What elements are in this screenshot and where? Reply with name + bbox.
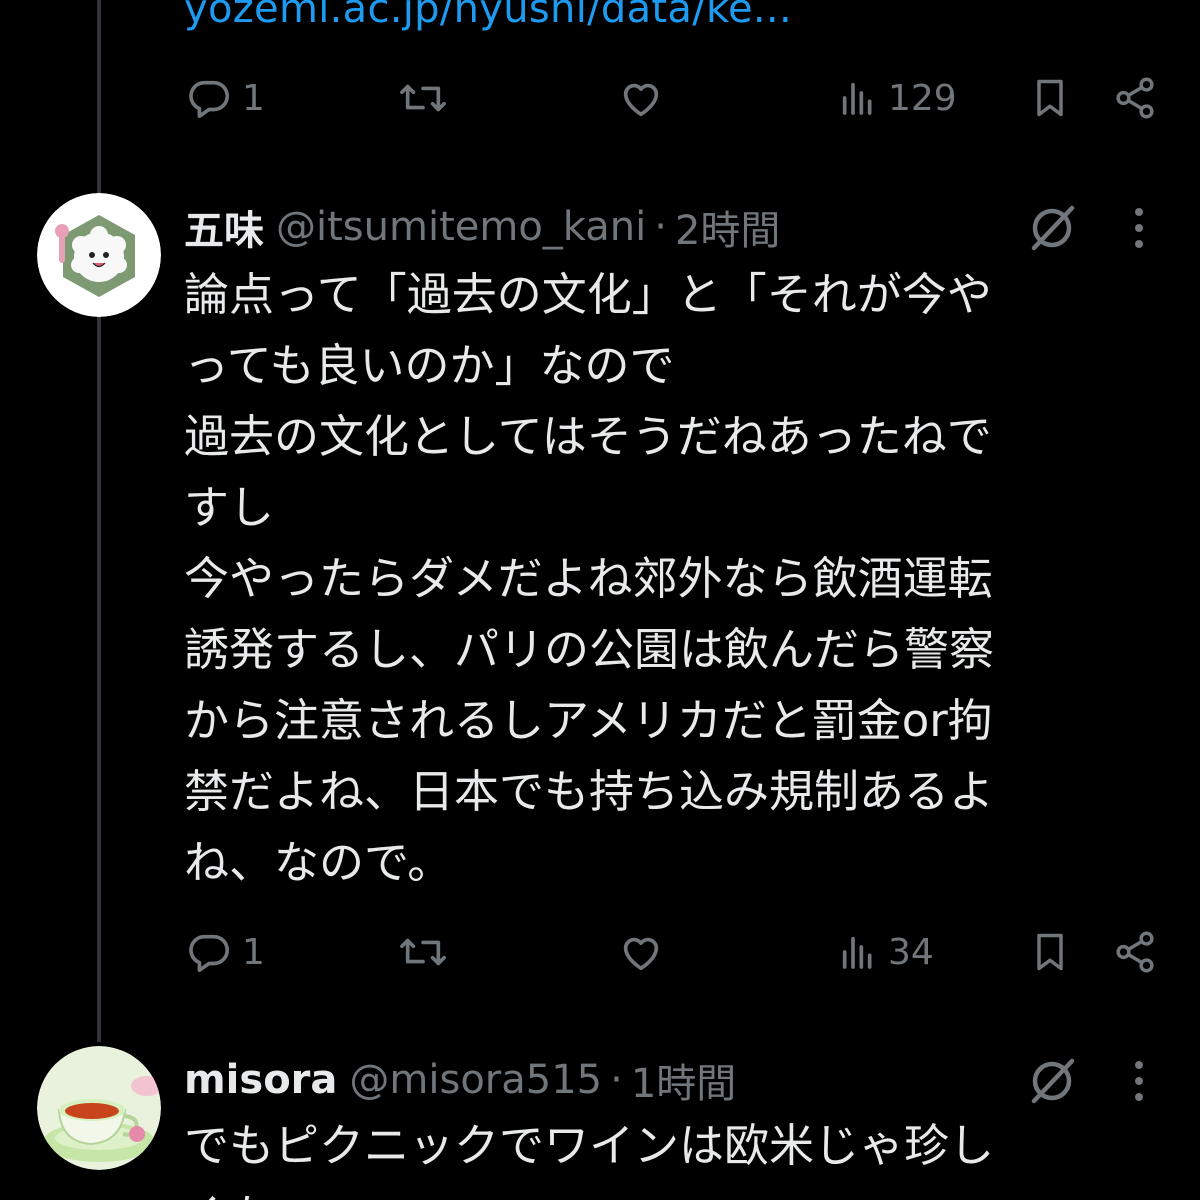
action-bar-top-tweet: 1 129 — [0, 68, 1200, 128]
bookmark-button[interactable] — [1028, 68, 1072, 128]
timeline: yozemi.ac.jp/nyushi/data/ke... 1 129 五味 … — [0, 0, 1200, 1200]
more-icon[interactable] — [1133, 206, 1145, 250]
retweet-icon — [398, 75, 448, 121]
more-icon[interactable] — [1133, 1059, 1145, 1103]
grok-icon[interactable] — [1026, 202, 1078, 254]
tweet-text-line: ね、なので。 — [184, 836, 453, 889]
views-count: 34 — [888, 931, 934, 973]
tweet-text: でもピクニックでワインは欧米じゃ珍し くない — [184, 1110, 1144, 1200]
reply-button[interactable]: 1 — [186, 922, 265, 982]
separator-dot: · — [654, 204, 667, 250]
avatar[interactable] — [37, 193, 161, 317]
views-count: 129 — [888, 77, 957, 119]
views-button[interactable]: 129 — [838, 68, 957, 128]
author-name[interactable]: 五味 — [184, 198, 264, 256]
tweet-text-line: 過去の文化としてはそうだねあったねで — [184, 410, 992, 463]
author-name[interactable]: misora — [184, 1057, 337, 1103]
share-button[interactable] — [1112, 922, 1158, 982]
grok-icon[interactable] — [1026, 1055, 1078, 1107]
timestamp[interactable]: 2時間 — [675, 198, 780, 256]
views-icon — [838, 78, 878, 118]
tweet-text-line: 論点って「過去の文化」と「それが今や — [184, 268, 992, 321]
tweet-link[interactable]: yozemi.ac.jp/nyushi/data/ke... — [184, 0, 792, 32]
bookmark-icon — [1028, 75, 1072, 121]
tweet-header: 五味 @itsumitemo_kani · 2時間 — [184, 197, 780, 257]
tweet-text-line: くない — [184, 1181, 1144, 1200]
author-handle[interactable]: @itsumitemo_kani — [276, 204, 646, 250]
like-icon — [618, 75, 664, 121]
retweet-button[interactable] — [398, 922, 448, 982]
reply-count: 1 — [242, 931, 265, 973]
like-button[interactable] — [618, 922, 664, 982]
reply-count: 1 — [242, 77, 265, 119]
bookmark-button[interactable] — [1028, 922, 1072, 982]
share-icon — [1112, 75, 1158, 121]
tweet-header: misora @misora515 · 1時間 — [184, 1050, 736, 1110]
share-icon — [1112, 929, 1158, 975]
retweet-button[interactable] — [398, 68, 448, 128]
tweet-text-line: っても良いのか」なので — [184, 339, 675, 392]
tweet-text-line: 誘発するし、パリの公園は飲んだら警察 — [184, 623, 995, 676]
thread-line — [97, 0, 101, 1042]
tweet-text-line: すし — [184, 481, 275, 534]
tweet-text: 論点って「過去の文化」と「それが今や っても良いのか」なので 過去の文化としては… — [184, 259, 1144, 898]
reply-icon — [186, 75, 232, 121]
tweet-text-line: 禁だよね、日本でも持ち込み規制あるよ — [184, 765, 995, 818]
reply-button[interactable]: 1 — [186, 68, 265, 128]
like-icon — [618, 929, 664, 975]
reply-icon — [186, 929, 232, 975]
retweet-icon — [398, 929, 448, 975]
views-icon — [838, 932, 878, 972]
tweet-text-line: 今やったらダメだよね郊外なら飲酒運転 — [184, 552, 993, 605]
like-button[interactable] — [618, 68, 664, 128]
action-bar-tweet-1: 1 34 — [0, 922, 1200, 982]
views-button[interactable]: 34 — [838, 922, 934, 982]
timestamp[interactable]: 1時間 — [631, 1051, 736, 1109]
avatar[interactable] — [37, 1046, 161, 1170]
tweet-text-line: でもピクニックでワインは欧米じゃ珍し — [184, 1119, 995, 1172]
tweet-text-line: から注意されるしアメリカだと罰金or拘 — [184, 694, 993, 747]
bookmark-icon — [1028, 929, 1072, 975]
author-handle[interactable]: @misora515 — [349, 1057, 602, 1103]
separator-dot: · — [610, 1057, 623, 1103]
share-button[interactable] — [1112, 68, 1158, 128]
